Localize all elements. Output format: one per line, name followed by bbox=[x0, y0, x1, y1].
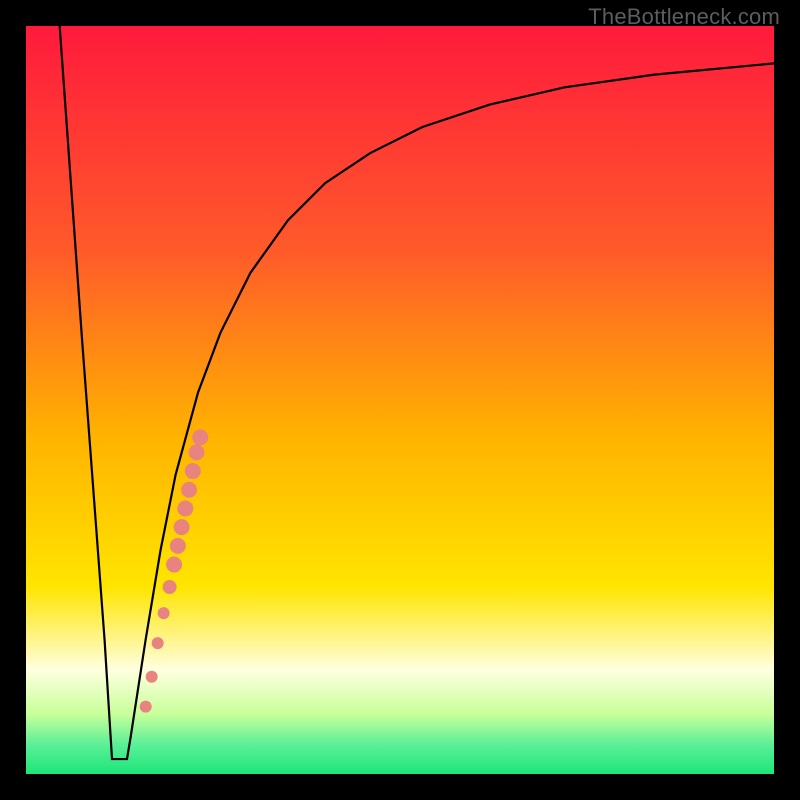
scatter-point bbox=[192, 429, 208, 445]
outer-frame: TheBottleneck.com bbox=[0, 0, 800, 800]
scatter-point bbox=[158, 607, 170, 619]
scatter-point bbox=[163, 580, 177, 594]
scatter-point bbox=[174, 519, 190, 535]
scatter-point bbox=[152, 637, 164, 649]
chart-svg bbox=[26, 26, 774, 774]
scatter-point bbox=[181, 482, 197, 498]
watermark-text: TheBottleneck.com bbox=[588, 4, 780, 30]
scatter-point bbox=[140, 701, 152, 713]
scatter-point bbox=[170, 538, 186, 554]
scatter-point bbox=[146, 671, 158, 683]
scatter-point bbox=[166, 557, 182, 573]
scatter-point bbox=[177, 500, 193, 516]
scatter-point bbox=[185, 463, 201, 479]
scatter-point bbox=[189, 444, 205, 460]
plot-area bbox=[26, 26, 774, 774]
